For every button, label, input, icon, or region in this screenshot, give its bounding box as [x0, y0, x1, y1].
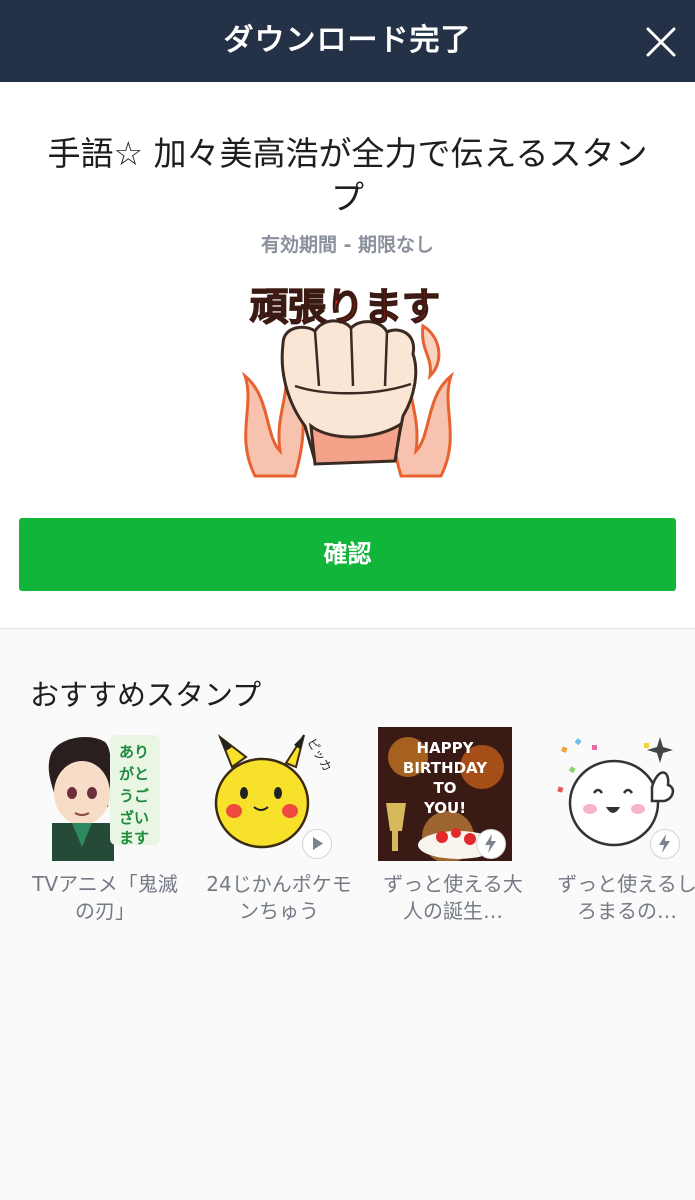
svg-text:BIRTHDAY: BIRTHDAY	[403, 759, 488, 777]
recommended-item[interactable]: ずっと使えるしろまるの…	[552, 727, 695, 927]
sticker-thumb-text: ピッカ	[304, 736, 334, 774]
recommended-item[interactable]: HAPPY BIRTHDAY TO YOU! ずっと使える大人の誕生…	[378, 727, 523, 927]
sticker-thumbnail: あり がと うご ざい ます	[30, 727, 164, 861]
svg-text:TO: TO	[434, 779, 457, 797]
recommended-item[interactable]: あり がと うご ざい ます TVアニメ「鬼滅の刃」	[30, 727, 178, 927]
svg-text:うご: うご	[119, 787, 150, 805]
sticker-name: ずっと使える大人の誕生…	[383, 872, 523, 923]
recommended-list: あり がと うご ざい ます TVアニメ「鬼滅の刃」 ピッカ 24じかんポケモン…	[0, 727, 695, 937]
recommended-title: おすすめスタンプ	[30, 678, 262, 712]
svg-text:がと: がと	[119, 765, 149, 783]
download-complete-panel: 手語☆ 加々美高浩が全力で伝えるスタンプ 有効期間 - 期限なし 頑張ります 確…	[0, 82, 695, 628]
play-icon	[302, 829, 332, 859]
recommended-item[interactable]: ピッカ 24じかんポケモンちゅう	[204, 727, 352, 927]
validity-period: 有効期間 - 期限なし	[260, 234, 435, 256]
sticker-name: 24じかんポケモンちゅう	[206, 872, 352, 923]
section-divider	[0, 628, 695, 629]
lightning-icon	[650, 829, 680, 859]
sticker-title: 手語☆ 加々美高浩が全力で伝えるスタンプ	[47, 134, 648, 217]
svg-text:あり: あり	[119, 743, 149, 761]
svg-text:YOU!: YOU!	[423, 799, 466, 817]
sticker-preview-image: 頑張ります	[235, 276, 461, 486]
svg-text:HAPPY: HAPPY	[416, 739, 474, 757]
lightning-icon	[476, 829, 506, 859]
close-icon[interactable]	[641, 22, 681, 62]
preview-caption: 頑張ります	[250, 285, 440, 329]
svg-text:ざい: ざい	[119, 809, 149, 827]
sticker-name: TVアニメ「鬼滅の刃」	[32, 872, 178, 923]
header-bar: ダウンロード完了	[0, 0, 695, 82]
header-title: ダウンロード完了	[223, 23, 472, 58]
sticker-name: ずっと使えるしろまるの…	[557, 872, 695, 923]
confirm-button[interactable]: 確認	[19, 518, 676, 591]
svg-text:ます: ます	[119, 829, 149, 847]
